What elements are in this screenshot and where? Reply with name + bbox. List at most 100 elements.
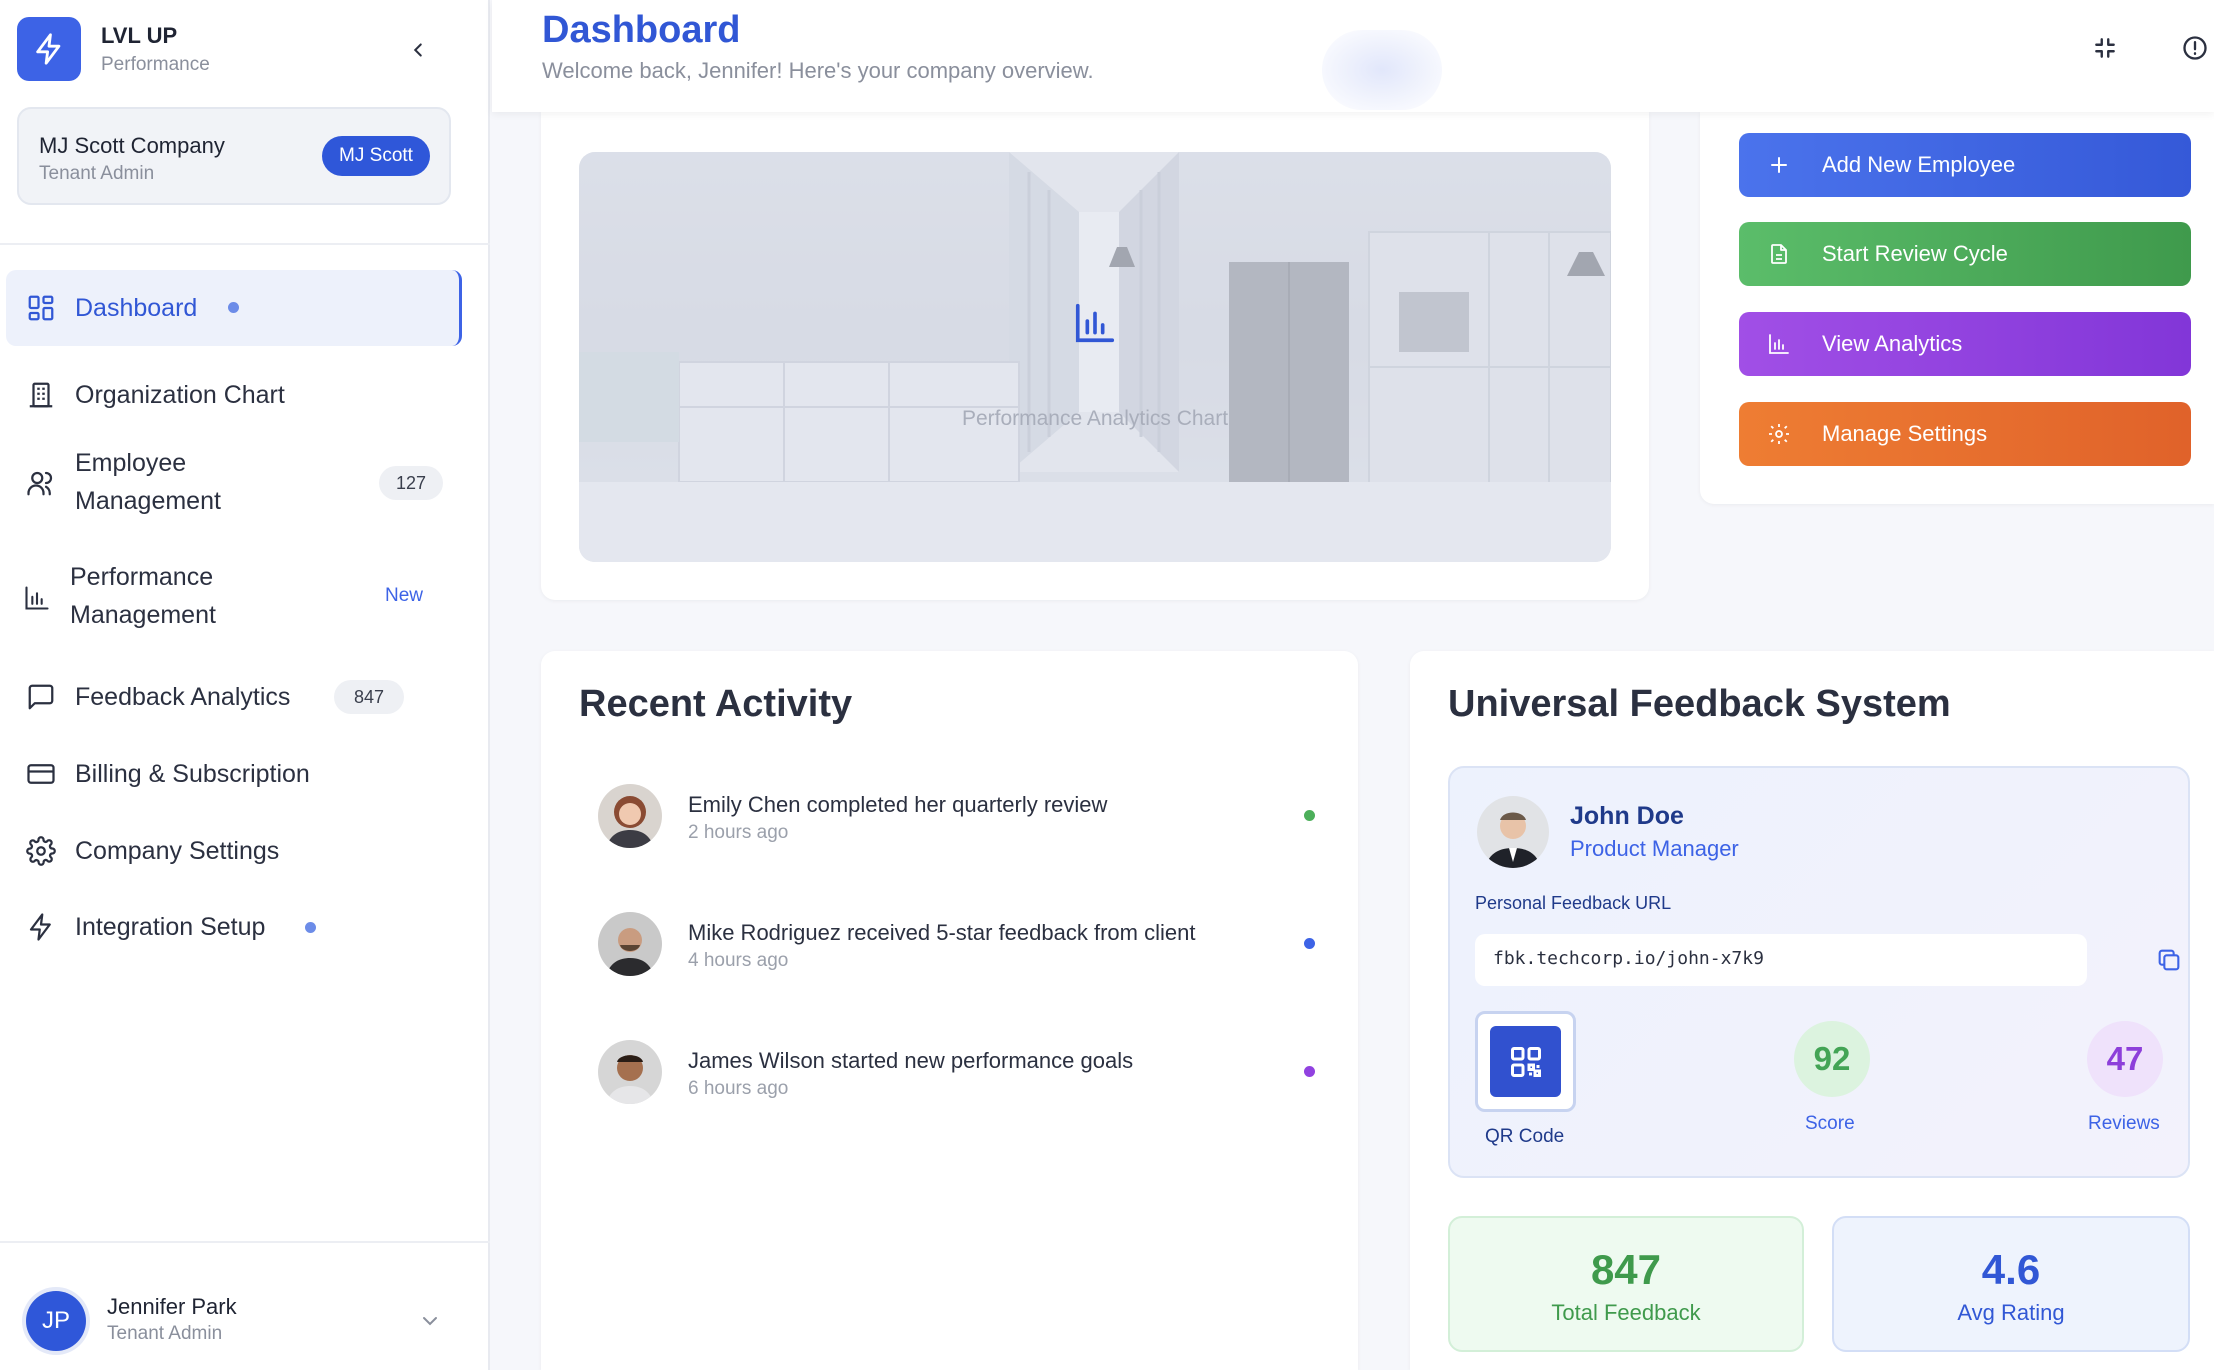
activity-text: Emily Chen completed her quarterly revie… [688,792,1108,817]
start-review-cycle-button[interactable]: Start Review Cycle [1739,222,2191,286]
activity-time: 6 hours ago [688,1078,789,1099]
card-title: Recent Activity [579,683,853,725]
chart-overlay [579,152,1611,562]
message-square-icon [24,680,58,714]
building-icon [24,378,58,412]
collapse-sidebar-button[interactable] [400,32,436,68]
avatar [1477,796,1549,868]
button-label: Add New Employee [1822,152,2016,177]
activity-text: James Wilson started new performance goa… [688,1048,1134,1073]
status-dot [1304,810,1315,821]
card-title: Universal Feedback System [1448,683,1951,725]
sidebar-item-feedback-analytics[interactable]: Feedback Analytics 847 [6,670,462,724]
brand[interactable]: LVL UP Performance [17,17,210,81]
sidebar-item-label: Company Settings [75,837,280,865]
button-label: Start Review Cycle [1822,241,2008,266]
add-new-employee-button[interactable]: Add New Employee [1739,133,2191,197]
profile-title: Product Manager [1570,836,1739,861]
top-header: Dashboard Welcome back, Jennifer! Here's… [492,0,2214,112]
gear-icon [24,834,58,868]
qr-code-icon [1490,1026,1561,1097]
sidebar-item-performance-management[interactable]: Performance Management New [6,554,462,640]
count-badge: 847 [334,680,404,714]
sidebar-item-label: Organization Chart [75,381,285,409]
bar-chart-icon [20,581,54,615]
tenant-role: Tenant Admin [39,163,155,184]
sidebar: LVL UP Performance MJ Scott Company Tena… [0,0,490,1370]
total-feedback-label: Total Feedback [1551,1300,1701,1325]
activity-item[interactable]: James Wilson started new performance goa… [598,1040,1318,1110]
user-name: Jennifer Park [107,1294,237,1319]
avatar [598,912,662,976]
chevron-left-icon [413,43,422,57]
status-dot [1304,938,1315,949]
avatar [598,1040,662,1104]
brand-name: LVL UP [101,22,178,48]
universal-feedback-card: Universal Feedback System John Doe Produ… [1410,651,2214,1370]
plus-icon [1771,157,1787,173]
sidebar-item-label: Billing & Subscription [75,760,310,788]
tenant-badge: MJ Scott [322,136,430,176]
view-analytics-button[interactable]: View Analytics [1739,312,2191,376]
lightning-logo-icon [17,17,81,81]
brand-subtitle: Performance [101,53,210,75]
document-icon [1771,244,1787,264]
performance-chart-card: Performance Analytics Chart [541,112,1649,600]
bar-chart-icon [1769,334,1789,354]
user-footer[interactable]: JP Jennifer Park Tenant Admin [0,1241,490,1370]
sidebar-item-organization-chart[interactable]: Organization Chart [6,368,462,422]
sidebar-item-label: Employee Management [75,449,221,515]
button-label: Manage Settings [1822,421,1988,446]
sidebar-item-integration-setup[interactable]: Integration Setup [6,900,462,954]
qr-code-button[interactable] [1475,1011,1576,1112]
decorative-blur [1322,30,1442,110]
sidebar-item-billing-subscription[interactable]: Billing & Subscription [6,747,462,801]
activity-text: Mike Rodriguez received 5-star feedback … [688,920,1196,945]
copy-icon[interactable] [2155,946,2183,979]
sidebar-item-dashboard[interactable]: Dashboard [6,270,462,346]
sidebar-item-employee-management[interactable]: Employee Management 127 [6,440,462,526]
feedback-url-field[interactable]: fbk.techcorp.io/john-x7k9 [1475,934,2087,986]
divider [0,243,490,245]
collapse-icon [2095,38,2115,58]
page-title: Dashboard [542,9,741,51]
activity-item[interactable]: Emily Chen completed her quarterly revie… [598,784,1318,854]
avatar [598,784,662,848]
credit-card-icon [24,757,58,791]
zap-icon [24,910,58,944]
avg-rating-value: 4.6 [1981,1246,2041,1293]
office-background-image: Performance Analytics Chart [579,152,1611,562]
button-label: View Analytics [1822,331,1963,356]
status-dot [1304,1066,1315,1077]
count-badge: 127 [379,466,443,500]
profile-name: John Doe [1570,802,1684,830]
tenant-card[interactable]: MJ Scott Company Tenant Admin MJ Scott [17,107,451,205]
tenant-company: MJ Scott Company [39,133,225,158]
sidebar-item-company-settings[interactable]: Company Settings [6,824,462,878]
alert-button[interactable] [2175,28,2214,68]
avatar: JP [26,1291,86,1351]
gear-icon [1769,424,1789,444]
score-value: 92 [1794,1021,1870,1097]
bar-chart-icon [1075,303,1115,343]
collapse-view-button[interactable] [2085,28,2125,68]
new-badge: New [385,585,424,606]
grid-icon [24,291,58,325]
reviews-value: 47 [2087,1021,2163,1097]
feedback-url-label: Personal Feedback URL [1475,893,1672,913]
indicator-dot [305,922,316,933]
sidebar-item-label: Performance Management [70,563,216,629]
activity-item[interactable]: Mike Rodriguez received 5-star feedback … [598,912,1318,982]
chevron-down-icon[interactable] [418,1309,442,1338]
sidebar-item-label: Dashboard [75,294,198,322]
reviews-label: Reviews [2088,1113,2160,1134]
manage-settings-button[interactable]: Manage Settings [1739,402,2191,466]
users-icon [24,466,58,500]
feedback-profile-box: John Doe Product Manager Personal Feedba… [1448,766,2190,1178]
activity-time: 4 hours ago [688,950,789,971]
page-subtitle: Welcome back, Jennifer! Here's your comp… [542,58,1094,83]
user-role: Tenant Admin [107,1323,223,1344]
score-label: Score [1805,1113,1855,1134]
avg-rating-label: Avg Rating [1957,1300,2065,1325]
avg-rating-card: 4.6 Avg Rating [1832,1216,2190,1352]
